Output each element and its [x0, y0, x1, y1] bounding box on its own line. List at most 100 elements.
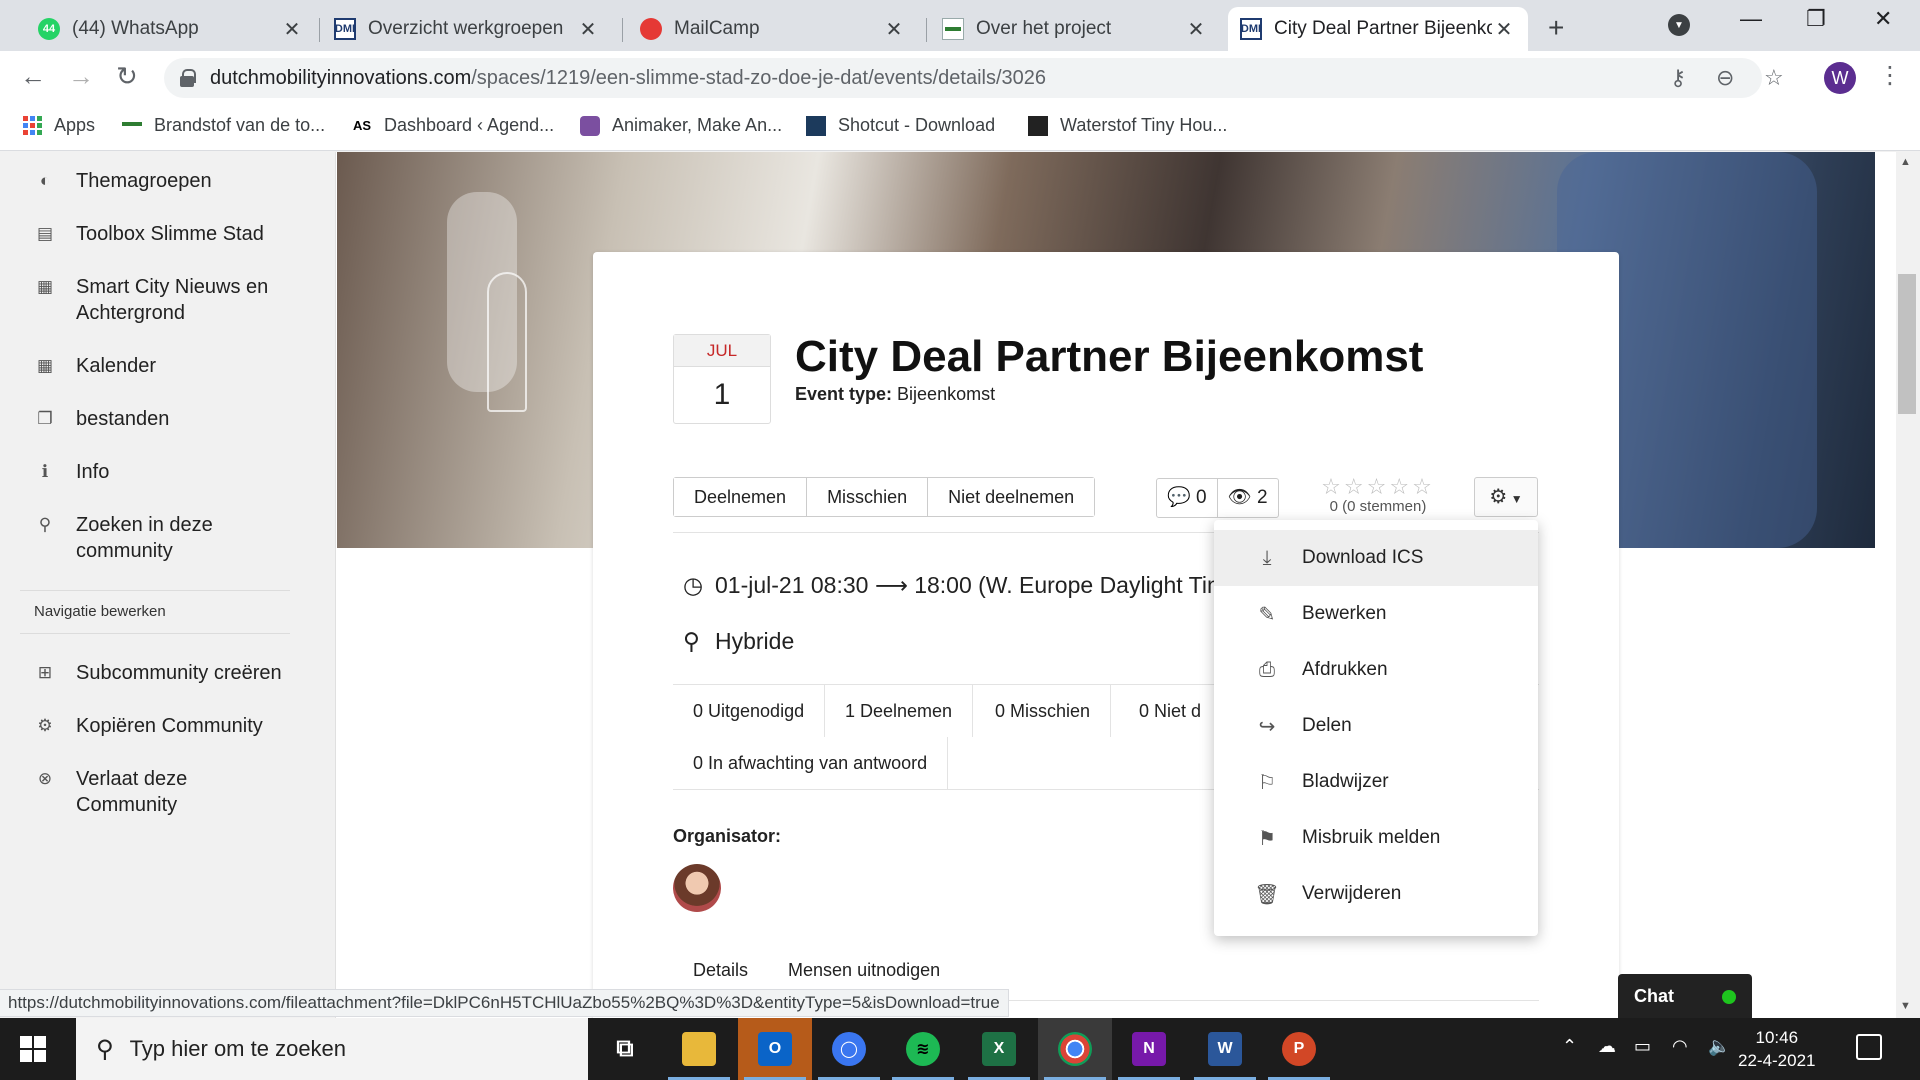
show-hidden-icons[interactable]: ⌃ — [1562, 1036, 1577, 1057]
taskbar-word[interactable]: W — [1188, 1018, 1262, 1080]
sidebar-item-subcommunity[interactable]: ⊞ Subcommunity creëren — [34, 660, 306, 686]
taskbar-chrome[interactable] — [1038, 1018, 1112, 1080]
bookmark-animaker[interactable]: Animaker, Make An... — [580, 115, 782, 136]
stat-misschien[interactable]: 0 Misschien — [975, 685, 1112, 737]
bookmark-waterstof[interactable]: Waterstof Tiny Hou... — [1028, 115, 1227, 136]
menu-item-bewerken[interactable]: ✎ Bewerken — [1214, 586, 1538, 642]
taskbar-spotify[interactable]: ≋ — [886, 1018, 960, 1080]
system-clock[interactable]: 10:46 22-4-2021 — [1738, 1026, 1816, 1072]
bookmark-icon: ⚐ — [1258, 771, 1276, 794]
menu-item-verwijderen[interactable]: 🗑 Verwijderen — [1214, 866, 1538, 922]
outlook-icon: O — [758, 1032, 792, 1066]
menu-item-download-ics[interactable]: ⤓ Download ICS — [1214, 530, 1538, 586]
stat-uitgenodigd[interactable]: 0 Uitgenodigd — [673, 685, 826, 737]
taskbar-excel[interactable]: X — [962, 1018, 1036, 1080]
back-icon[interactable]: ← — [20, 61, 46, 92]
volume-icon[interactable]: 🔈 — [1708, 1036, 1730, 1057]
taskbar-powerpoint[interactable]: P — [1262, 1018, 1336, 1080]
start-button[interactable] — [20, 1036, 46, 1062]
tab-whatsapp[interactable]: 44 (44) WhatsApp ✕ — [26, 7, 316, 51]
tab-mailcamp[interactable]: MailCamp ✕ — [628, 7, 918, 51]
new-tab-button[interactable]: + — [1548, 12, 1564, 44]
close-tab-icon[interactable]: ✕ — [1184, 17, 1208, 42]
zoom-icon[interactable]: ⊖ — [1716, 65, 1734, 91]
star-icon[interactable]: ☆ — [1344, 474, 1367, 499]
tab-overzicht-werkgroepen[interactable]: DMI Overzicht werkgroepen ✕ — [322, 7, 612, 51]
comments-count[interactable]: 💬 0 — [1157, 479, 1218, 517]
forward-icon[interactable]: → — [68, 61, 94, 92]
deelnemen-button[interactable]: Deelnemen — [674, 478, 808, 516]
close-tab-icon[interactable]: ✕ — [882, 17, 906, 42]
profile-avatar[interactable]: W — [1824, 62, 1856, 94]
taskbar-outlook[interactable]: O — [738, 1018, 812, 1080]
minimize-icon[interactable]: — — [1740, 6, 1762, 32]
misschien-button[interactable]: Misschien — [807, 478, 929, 516]
star-icon[interactable]: ☆ — [1389, 474, 1412, 499]
menu-item-misbruik-melden[interactable]: ⚑ Misbruik melden — [1214, 810, 1538, 866]
tab-details[interactable]: Details — [673, 952, 768, 988]
sidebar-item-kopieren[interactable]: ⚙ Kopiëren Community — [34, 713, 306, 739]
lock-icon[interactable] — [180, 69, 196, 87]
taskbar-search[interactable]: ⚲ Typ hier om te zoeken — [76, 1018, 588, 1080]
notification-center-icon[interactable] — [1856, 1034, 1882, 1060]
sidebar-item-toolbox[interactable]: ▤ Toolbox Slimme Stad — [34, 221, 306, 247]
download-icon: ⤓ — [1262, 546, 1272, 569]
tab-mensen-uitnodigen[interactable]: Mensen uitnodigen — [768, 952, 960, 988]
info-icon: ℹ — [41, 462, 49, 481]
bookmark-brandstof[interactable]: Brandstof van de to... — [122, 115, 325, 136]
task-view-button[interactable]: ⧉ — [588, 1018, 662, 1080]
close-tab-icon[interactable]: ✕ — [1492, 17, 1516, 42]
sidebar-item-nieuws[interactable]: ▦ Smart City Nieuws en Achtergrond — [34, 274, 306, 326]
bookmark-star-icon[interactable]: ☆ — [1764, 65, 1784, 91]
event-actions-button[interactable]: ⚙ ▼ — [1474, 477, 1538, 517]
reload-icon[interactable]: ↻ — [116, 61, 138, 92]
onedrive-icon[interactable]: ☁ — [1598, 1036, 1616, 1057]
tab-over-het-project[interactable]: Over het project ✕ — [930, 7, 1220, 51]
organizer-avatar[interactable] — [673, 864, 721, 912]
bookmark-apps[interactable]: Apps — [22, 115, 95, 136]
star-icon[interactable]: ☆ — [1412, 474, 1435, 499]
stat-deelnemen[interactable]: 1 Deelnemen — [825, 685, 974, 737]
menu-item-bladwijzer[interactable]: ⚐ Bladwijzer — [1214, 754, 1538, 810]
stat-niet-deelnemen[interactable]: 0 Niet d — [1119, 685, 1221, 737]
navigatie-bewerken-link[interactable]: Navigatie bewerken — [34, 603, 166, 620]
scrollbar-thumb[interactable] — [1898, 274, 1916, 414]
menu-item-delen[interactable]: ↪ Delen — [1214, 698, 1538, 754]
sidebar-item-kalender[interactable]: ▦ Kalender — [34, 353, 306, 379]
star-rating[interactable]: ☆☆☆☆☆ 0 (0 stemmen) — [1308, 474, 1448, 515]
sidebar-item-bestanden[interactable]: ❐ bestanden — [34, 406, 306, 432]
window-close-icon[interactable]: ✕ — [1874, 6, 1892, 32]
tab-city-deal-active[interactable]: DMI City Deal Partner Bijeenkomst ✕ — [1228, 7, 1528, 51]
sidebar-item-info[interactable]: ℹ Info — [34, 459, 306, 485]
restore-icon[interactable]: ❐ — [1806, 6, 1826, 32]
key-icon[interactable]: ⚷ — [1670, 65, 1686, 91]
sidebar-item-verlaat[interactable]: ⊗ Verlaat deze Community — [34, 766, 276, 818]
taskbar-signal[interactable]: ◯ — [812, 1018, 886, 1080]
tab-title: Overzicht werkgroepen — [368, 18, 564, 39]
taskbar-onenote[interactable]: N — [1112, 1018, 1186, 1080]
bookmark-dashboard[interactable]: AS Dashboard ‹ Agend... — [352, 115, 554, 136]
battery-icon[interactable]: ▭ — [1634, 1036, 1651, 1057]
menu-item-afdrukken[interactable]: ⎙ Afdrukken — [1214, 642, 1538, 698]
bookmarks-bar: Apps Brandstof van de to... AS Dashboard… — [0, 105, 1920, 151]
views-count[interactable]: 👁 2 — [1218, 479, 1278, 517]
sidebar-item-themagroepen[interactable]: ◐ Themagroepen — [34, 168, 306, 194]
stat-in-afwachting[interactable]: 0 In afwachting van antwoord — [673, 737, 949, 789]
star-icon[interactable]: ☆ — [1321, 474, 1344, 499]
sidebar-item-zoeken[interactable]: ⚲ Zoeken in deze community — [34, 512, 306, 564]
scroll-down-icon[interactable]: ▼ — [1900, 1000, 1911, 1012]
tab-search-icon[interactable]: ▼ — [1668, 14, 1690, 36]
taskbar-file-explorer[interactable] — [662, 1018, 736, 1080]
rating-stars[interactable]: ☆☆☆☆☆ — [1308, 474, 1448, 500]
sidebar-item-label: Verlaat deze Community — [76, 768, 188, 816]
close-tab-icon[interactable]: ✕ — [576, 17, 600, 42]
scroll-up-icon[interactable]: ▲ — [1900, 156, 1911, 168]
browser-menu-icon[interactable]: ⋮ — [1878, 61, 1902, 90]
address-bar[interactable]: dutchmobilityinnovations.com/spaces/1219… — [164, 58, 1784, 98]
close-tab-icon[interactable]: ✕ — [280, 17, 304, 42]
star-icon[interactable]: ☆ — [1367, 474, 1390, 499]
chat-button[interactable]: Chat — [1618, 974, 1752, 1018]
niet-deelnemen-button[interactable]: Niet deelnemen — [928, 478, 1095, 516]
wifi-icon[interactable]: ◠ — [1672, 1036, 1688, 1057]
bookmark-shotcut[interactable]: Shotcut - Download — [806, 115, 995, 136]
